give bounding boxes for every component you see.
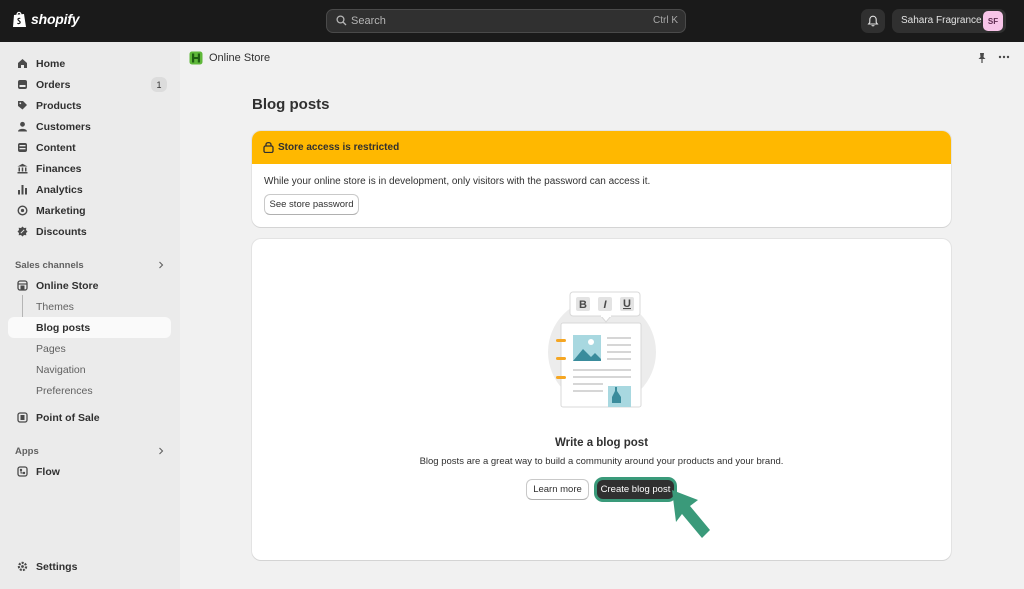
content-icon <box>18 143 27 152</box>
sidebar-item-point-of-sale[interactable]: Point of Sale <box>8 407 171 428</box>
gear-icon <box>17 561 28 572</box>
empty-state-card: B I U Write a blog post Blog posts are a… <box>252 239 951 560</box>
sidebar-item-label: Orders <box>36 79 71 91</box>
store-name: Sahara Fragrance <box>901 15 982 26</box>
banner-header: Store access is restricted <box>252 131 951 164</box>
shopify-logo[interactable]: shopify <box>12 10 80 28</box>
sidebar-item-themes[interactable]: Themes <box>8 296 171 317</box>
empty-state-title: Write a blog post <box>554 437 649 449</box>
sidebar-item-label: Marketing <box>36 205 86 217</box>
chevron-right-icon[interactable] <box>157 447 165 455</box>
page-title: Blog posts <box>252 96 330 113</box>
sidebar-item-preferences[interactable]: Preferences <box>8 380 171 401</box>
sidebar-item-label: Blog posts <box>36 322 91 334</box>
sidebar-item-blog-posts[interactable]: Blog posts <box>8 317 171 338</box>
pointer-arrow-icon <box>672 490 710 538</box>
sidebar-item-label: Content <box>36 142 76 154</box>
search-shortcut: Ctrl K <box>653 15 678 26</box>
sidebar-item-label: Online Store <box>36 280 99 292</box>
sidebar-item-label: Pages <box>36 343 66 355</box>
bell-icon <box>867 15 879 27</box>
top-bar: shopify Search Ctrl K Sahara Fragrance S… <box>0 0 1024 42</box>
sidebar-item-marketing[interactable]: Marketing <box>8 200 171 221</box>
sidebar-item-label: Navigation <box>36 364 86 376</box>
sidebar-item-orders[interactable]: Orders 1 <box>8 74 171 95</box>
search-bar[interactable]: Search Ctrl K <box>326 9 686 33</box>
tag-icon <box>18 101 27 110</box>
home-icon <box>18 59 27 68</box>
more-actions-icon[interactable] <box>998 51 1010 63</box>
online-store-icon <box>189 51 203 65</box>
sidebar-item-customers[interactable]: Customers <box>8 116 171 137</box>
sidebar-item-label: Home <box>36 58 66 70</box>
sidebar-item-label: Analytics <box>36 184 83 196</box>
banner-title: Store access is restricted <box>278 142 400 153</box>
create-blog-post-button[interactable]: Create blog post <box>597 480 674 499</box>
sidebar-item-analytics[interactable]: Analytics <box>8 179 171 200</box>
store-access-banner: Store access is restricted While your on… <box>252 131 951 227</box>
see-store-password-button[interactable]: See store password <box>264 194 359 215</box>
sidebar-item-label: Settings <box>36 561 78 573</box>
person-icon <box>18 121 27 132</box>
bank-icon <box>17 163 28 174</box>
shopify-bag-icon <box>13 11 26 27</box>
channel-header: Online Store <box>180 42 1024 74</box>
logo-wordmark: shopify <box>31 11 80 27</box>
sidebar: Home Orders 1 Products Customers Content… <box>0 42 180 589</box>
bold-glyph: B <box>579 299 587 311</box>
sidebar-item-settings[interactable]: Settings <box>8 556 171 577</box>
banner-text: While your online store is in developmen… <box>264 176 651 187</box>
sales-channels-heading[interactable]: Sales channels <box>15 260 84 271</box>
store-menu-button[interactable]: Sahara Fragrance SF <box>892 9 1006 33</box>
orders-count-badge: 1 <box>151 77 167 92</box>
target-icon <box>17 205 28 216</box>
sidebar-item-label: Flow <box>36 466 60 478</box>
sidebar-item-discounts[interactable]: Discounts <box>8 221 171 242</box>
pos-icon <box>17 412 28 423</box>
sidebar-item-label: Finances <box>36 163 82 175</box>
bar-chart-icon <box>18 185 27 195</box>
discount-icon <box>17 226 28 237</box>
sidebar-item-label: Customers <box>36 121 91 133</box>
avatar: SF <box>983 11 1003 31</box>
sidebar-item-navigation[interactable]: Navigation <box>8 359 171 380</box>
sidebar-item-finances[interactable]: Finances <box>8 158 171 179</box>
sidebar-item-home[interactable]: Home <box>8 53 171 74</box>
underline-glyph: U <box>623 298 631 310</box>
sidebar-item-content[interactable]: Content <box>8 137 171 158</box>
channel-title: Online Store <box>209 52 271 64</box>
chevron-right-icon[interactable] <box>157 261 165 269</box>
storefront-icon <box>17 280 28 291</box>
learn-more-button[interactable]: Learn more <box>526 479 589 500</box>
search-icon <box>336 15 347 26</box>
empty-state-description: Blog posts are a great way to build a co… <box>419 456 784 467</box>
sidebar-item-label: Themes <box>36 301 74 313</box>
lock-icon <box>263 141 274 153</box>
sidebar-item-label: Point of Sale <box>36 412 100 424</box>
orders-icon <box>18 80 27 89</box>
sidebar-item-label: Discounts <box>36 226 87 238</box>
sidebar-item-online-store[interactable]: Online Store <box>8 275 171 296</box>
sidebar-item-pages[interactable]: Pages <box>8 338 171 359</box>
sidebar-item-label: Products <box>36 100 82 112</box>
sidebar-item-flow[interactable]: Flow <box>8 461 171 482</box>
sidebar-item-products[interactable]: Products <box>8 95 171 116</box>
apps-heading[interactable]: Apps <box>15 446 39 457</box>
flow-icon <box>17 466 28 477</box>
search-placeholder: Search <box>351 15 386 27</box>
sidebar-item-label: Preferences <box>36 385 93 397</box>
blog-illustration: B I U <box>548 291 656 408</box>
notifications-button[interactable] <box>861 9 885 33</box>
pin-icon[interactable] <box>977 52 987 64</box>
